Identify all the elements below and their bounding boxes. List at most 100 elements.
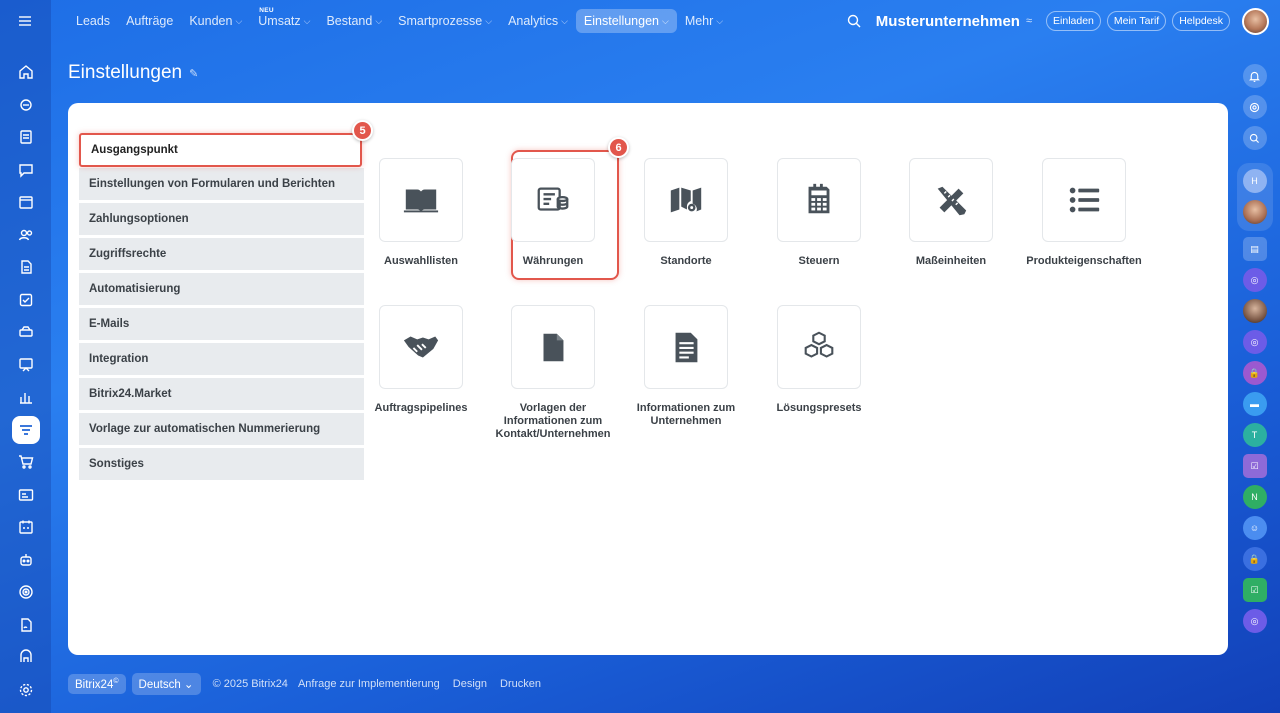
tasks-icon[interactable] — [12, 123, 40, 151]
footer-link-print[interactable]: Drucken — [500, 678, 541, 690]
sign-icon[interactable] — [12, 611, 40, 639]
home-icon[interactable] — [12, 58, 40, 86]
chevron-down-icon: ⌵ — [716, 15, 724, 26]
lock-chat-icon[interactable]: 🔒 — [1242, 361, 1267, 385]
nav-item-analytics[interactable]: Analytics ⌵ — [500, 9, 576, 33]
settings-menu-item[interactable]: Ausgangspunkt — [79, 133, 362, 167]
settings-menu-item[interactable]: Bitrix24.Market — [79, 378, 364, 410]
bitrix24-brand[interactable]: Bitrix24© — [68, 673, 126, 695]
settings-tile-label: Lösungspresets — [776, 402, 862, 414]
settings-menu-item[interactable]: Sonstiges — [79, 448, 364, 480]
handshake-icon[interactable] — [379, 305, 463, 389]
my-tariff-button[interactable]: Mein Tarif — [1106, 11, 1167, 31]
text-document-icon[interactable] — [644, 305, 728, 389]
recent-chats: H — [1236, 163, 1273, 231]
analytics-icon[interactable] — [12, 383, 40, 411]
feed-icon[interactable] — [12, 91, 40, 119]
documents-icon[interactable] — [12, 253, 40, 281]
settings-tile[interactable]: Maßeinheiten — [901, 158, 1001, 268]
copilot-icon[interactable] — [1242, 95, 1267, 119]
sliders-icon[interactable]: ≈ — [1026, 15, 1032, 27]
settings-tile-label: Währungen — [522, 255, 584, 267]
settings-tile[interactable]: Auftragspipelines — [371, 305, 471, 415]
settings-menu-item[interactable]: Automatisierung — [79, 273, 364, 305]
chevron-down-icon: ⌵ — [235, 15, 243, 26]
checklist-icon[interactable] — [12, 286, 40, 314]
search-chat-icon[interactable] — [1242, 126, 1267, 150]
calendar-icon[interactable] — [12, 188, 40, 216]
chat-avatar-n[interactable]: N — [1242, 485, 1267, 509]
settings-tile[interactable]: Lösungspresets — [769, 305, 869, 415]
search-icon[interactable] — [846, 13, 862, 29]
nav-item-aufträge[interactable]: Aufträge — [118, 9, 181, 33]
book-icon[interactable] — [379, 158, 463, 242]
language-select[interactable]: Deutsch ⌄ — [131, 673, 201, 695]
task-chat-icon-2[interactable]: ☑ — [1242, 578, 1267, 602]
settings-tile-label: Steuern — [798, 255, 840, 267]
settings-tile[interactable]: Vorlagen der Informationen zum Kontakt/U… — [495, 305, 611, 441]
shop-cart-icon[interactable] — [12, 448, 40, 476]
market-icon[interactable] — [12, 643, 40, 671]
settings-tile[interactable]: Auswahllisten — [371, 158, 471, 268]
settings-tile[interactable]: Informationen zum Unternehmen — [636, 305, 736, 428]
nav-item-umsatz[interactable]: NEU Umsatz ⌵ — [250, 7, 318, 33]
nav-item-mehr[interactable]: Mehr ⌵ — [677, 9, 731, 33]
schedule-icon[interactable] — [12, 513, 40, 541]
helpdesk-button[interactable]: Helpdesk — [1172, 11, 1230, 31]
settings-menu-item[interactable]: Integration — [79, 343, 364, 375]
nav-item-label: Einstellungen — [583, 14, 659, 28]
chevron-down-icon: ⌄ — [183, 679, 194, 691]
copilot-chat-icon[interactable]: ◎ — [1242, 268, 1267, 292]
list-icon[interactable] — [1042, 158, 1126, 242]
lock-chat-icon-2[interactable]: 🔒 — [1242, 547, 1267, 571]
hamburger-menu-icon[interactable] — [12, 10, 38, 32]
settings-tile[interactable]: Produkteigenschaften — [1016, 158, 1152, 268]
message-chat-icon[interactable]: ▬ — [1242, 392, 1267, 416]
chat-avatar-h[interactable]: H — [1242, 169, 1267, 193]
contacts-icon[interactable] — [12, 221, 40, 249]
settings-menu-item[interactable]: E-Mails — [79, 308, 364, 340]
crm-funnel-icon[interactable] — [11, 415, 40, 444]
invite-button[interactable]: Einladen — [1046, 11, 1101, 31]
currency-icon[interactable] — [511, 158, 595, 242]
chat-avatar-t[interactable]: T — [1242, 423, 1267, 447]
settings-menu-item[interactable]: Zahlungsoptionen — [79, 203, 364, 235]
map-icon[interactable] — [644, 158, 728, 242]
nav-item-leads[interactable]: Leads — [68, 9, 118, 33]
nav-item-kunden[interactable]: Kunden ⌵ — [181, 9, 250, 33]
footer-link-design[interactable]: Design — [453, 678, 487, 690]
settings-tile[interactable]: Währungen — [503, 158, 603, 268]
settings-tile[interactable]: Steuern — [769, 158, 869, 268]
nav-item-smartprozesse[interactable]: Smartprozesse ⌵ — [390, 9, 500, 33]
cubes-icon[interactable] — [777, 305, 861, 389]
ruler-pencil-icon[interactable] — [909, 158, 993, 242]
settings-menu-item[interactable]: Vorlage zur automatischen Nummerierung — [79, 413, 364, 445]
settings-menu-item[interactable]: Einstellungen von Formularen und Bericht… — [79, 168, 364, 200]
copilot-chat-icon-3[interactable]: ◎ — [1242, 609, 1267, 633]
settings-tile[interactable]: Standorte — [636, 158, 736, 268]
notifications-bell-icon[interactable] — [1242, 64, 1267, 88]
nav-item-einstellungen[interactable]: Einstellungen ⌵ — [575, 9, 677, 33]
footer-link-implementation[interactable]: Anfrage zur Implementierung — [298, 678, 440, 690]
company-name[interactable]: Musterunternehmen — [876, 13, 1020, 30]
task-chat-icon[interactable]: ☑ — [1242, 454, 1267, 478]
settings-menu-item[interactable]: Zugriffsrechte — [79, 238, 364, 270]
target-icon[interactable] — [12, 578, 40, 606]
contact-card-icon[interactable]: ▤ — [1242, 237, 1267, 261]
drive-icon[interactable] — [12, 318, 40, 346]
settings-gear-icon[interactable] — [12, 676, 40, 704]
calculator-icon[interactable] — [777, 158, 861, 242]
id-card-icon[interactable] — [12, 481, 40, 509]
presentation-icon[interactable] — [12, 351, 40, 379]
pin-icon[interactable]: ✎ — [189, 67, 198, 80]
document-icon[interactable] — [511, 305, 595, 389]
robot-icon[interactable] — [12, 546, 40, 574]
nav-item-bestand[interactable]: Bestand ⌵ — [318, 9, 390, 33]
user-avatar[interactable] — [1242, 7, 1269, 35]
copilot-chat-icon-2[interactable]: ◎ — [1242, 330, 1267, 354]
chat-icon[interactable] — [12, 156, 40, 184]
chat-avatar-user[interactable] — [1242, 200, 1267, 224]
chat-avatar-woman[interactable] — [1242, 299, 1267, 323]
page-title: Einstellungen ✎ — [68, 62, 198, 84]
group-chat-icon[interactable]: ☺ — [1242, 516, 1267, 540]
